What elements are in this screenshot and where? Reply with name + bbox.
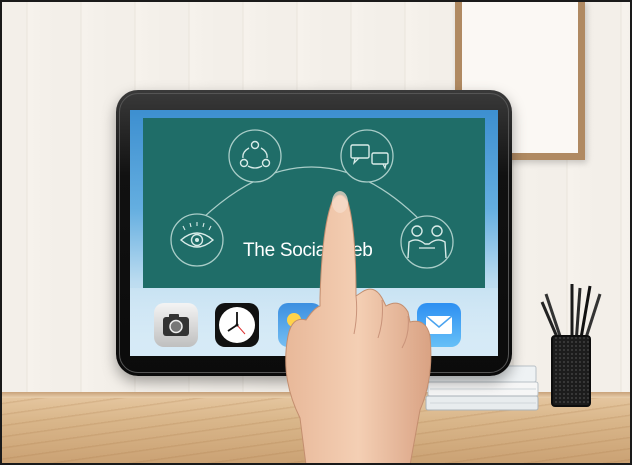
pencil-cup [551, 335, 591, 407]
photo-scene: The Social Web [0, 0, 632, 465]
camera-app-icon[interactable] [154, 303, 198, 347]
chat-bubbles-icon [340, 129, 394, 183]
eye-icon [170, 213, 224, 267]
pointing-hand [285, 191, 432, 465]
share-network-icon [228, 129, 282, 183]
clock-app-icon[interactable] [215, 303, 259, 347]
